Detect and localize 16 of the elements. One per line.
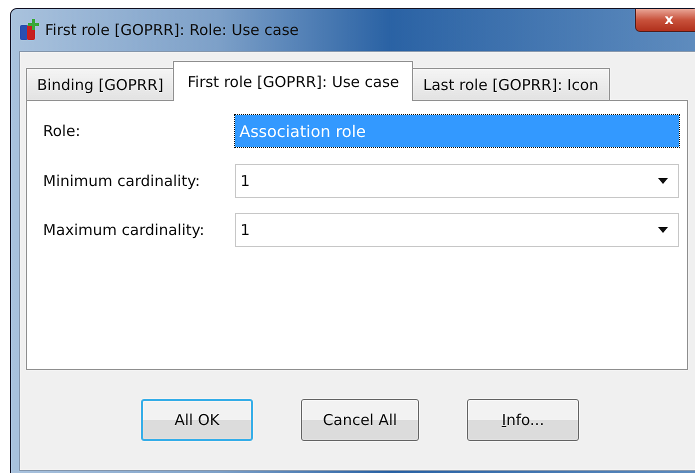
app-icon: [19, 19, 39, 41]
dropdown-field[interactable]: 1: [235, 164, 679, 198]
dialog-button[interactable]: All OK: [141, 399, 253, 441]
dialog-button[interactable]: Info...: [467, 399, 579, 441]
dialog-button[interactable]: Cancel All: [301, 399, 419, 441]
tab[interactable]: Binding [GOPRR]: [26, 68, 174, 100]
caret-icon: [658, 178, 668, 184]
window-title: First role [GOPRR]: Role: Use case: [45, 21, 299, 39]
field-label: Maximum cardinality:: [43, 221, 206, 239]
caret-icon: [658, 227, 668, 233]
tab[interactable]: First role [GOPRR]: Use case: [173, 61, 414, 101]
tab[interactable]: Last role [GOPRR]: Icon: [412, 68, 610, 100]
dropdown-field[interactable]: 1: [235, 213, 679, 247]
field-label: Role:: [43, 122, 82, 140]
field-label: Minimum cardinality:: [43, 172, 202, 190]
close-button[interactable]: x: [635, 9, 695, 32]
